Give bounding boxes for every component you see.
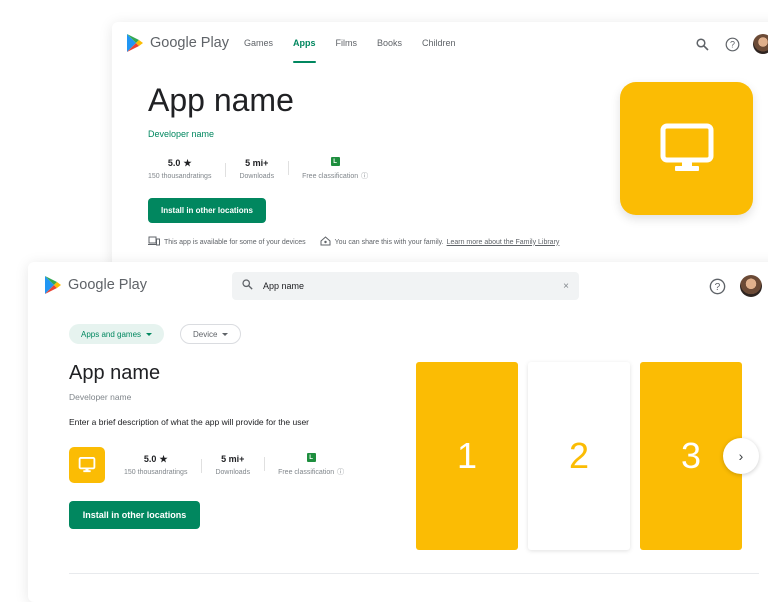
app-title: App name	[148, 82, 294, 118]
family-icon	[320, 236, 331, 248]
downloads-stat: 5 mi+ Downloads	[225, 157, 288, 180]
star-icon: ★	[159, 453, 168, 464]
help-icon[interactable]: ?	[723, 35, 741, 53]
app-icon-small	[69, 447, 105, 483]
monitor-icon	[660, 123, 713, 171]
screenshot-2[interactable]: 2	[528, 362, 630, 550]
classification-badge: L	[330, 157, 340, 166]
device-chip[interactable]: Device	[180, 324, 242, 344]
family-text: You can share this with your family.	[334, 238, 444, 246]
nav-children[interactable]: Children	[422, 38, 456, 64]
search-icon	[242, 277, 253, 295]
developer-link[interactable]: Developer name	[148, 129, 214, 139]
rating-stat: 5.0 ★ 150 thousandratings	[110, 453, 201, 476]
install-button[interactable]: Install in other locations	[148, 198, 266, 223]
downloads-value: 5 mi+	[245, 158, 269, 168]
caret-down-icon	[146, 332, 153, 336]
rating-value: 5.0	[167, 158, 181, 168]
app-icon-large	[620, 82, 753, 215]
google-play-logo[interactable]: Google Play	[126, 33, 229, 53]
monitor-icon	[78, 457, 96, 473]
app-title: App name	[69, 362, 161, 384]
play-logo-icon	[127, 34, 143, 52]
app-page-desktop-front: Google Play App name × ? Apps and games …	[28, 262, 768, 602]
classification-badge: L	[306, 453, 316, 462]
header-actions: ?	[693, 34, 768, 54]
app-stats: 5.0 ★ 150 thousandratings 5 mi+ Downloads…	[110, 451, 358, 477]
screenshot-1[interactable]: 1	[416, 362, 518, 550]
devices-text: This app is available for some of your d…	[164, 238, 306, 246]
app-stats: 5.0 ★ 150 thousandratings 5 mi+ Downloads…	[134, 155, 382, 181]
app-description: Enter a brief description of what the ap…	[69, 417, 310, 427]
svg-text:?: ?	[729, 39, 734, 49]
search-icon[interactable]	[693, 35, 711, 53]
google-play-logo[interactable]: Google Play	[44, 275, 147, 295]
classification-label: Free classification	[278, 468, 335, 476]
search-bar[interactable]: App name ×	[232, 272, 579, 300]
info-icon[interactable]: ⓘ	[361, 171, 368, 181]
classification-stat: L Free classification ⓘ	[288, 155, 382, 181]
rating-label: 150 thousandratings	[124, 468, 188, 476]
developer-name[interactable]: Developer name	[69, 392, 131, 402]
availability-info: This app is available for some of your d…	[148, 236, 559, 248]
logo-text: Google Play	[68, 277, 147, 293]
svg-text:?: ?	[714, 282, 720, 293]
apps-and-games-chip[interactable]: Apps and games	[69, 324, 165, 344]
chevron-right-icon: ›	[738, 448, 744, 464]
family-library-link[interactable]: Learn more about the Family Library	[447, 239, 560, 246]
top-nav: Games Apps Films Books Children	[244, 38, 476, 64]
screenshot-carousel: 1 2 3	[416, 362, 742, 550]
nav-films[interactable]: Films	[336, 38, 358, 64]
help-icon[interactable]: ?	[708, 277, 726, 295]
devices-icon	[148, 236, 160, 248]
divider	[69, 573, 759, 574]
nav-apps[interactable]: Apps	[293, 38, 316, 64]
header-actions: ?	[708, 275, 762, 297]
app-page-desktop-back: Google Play Games Apps Films Books Child…	[112, 22, 768, 272]
downloads-value: 5 mi+	[221, 454, 245, 464]
search-input[interactable]: App name	[263, 281, 563, 291]
clear-icon[interactable]: ×	[563, 281, 569, 292]
classification-label: Free classification	[302, 172, 359, 180]
nav-games[interactable]: Games	[244, 38, 273, 64]
carousel-next-button[interactable]: ›	[723, 438, 759, 474]
play-logo-icon	[45, 276, 61, 294]
avatar[interactable]	[753, 34, 768, 54]
downloads-stat: 5 mi+ Downloads	[201, 453, 264, 476]
classification-stat: L Free classification ⓘ	[264, 451, 358, 477]
info-icon[interactable]: ⓘ	[337, 467, 344, 477]
downloads-label: Downloads	[239, 172, 275, 180]
star-icon: ★	[183, 157, 192, 168]
downloads-label: Downloads	[215, 468, 251, 476]
logo-text: Google Play	[150, 35, 229, 51]
rating-stat: 5.0 ★ 150 thousandratings	[134, 157, 225, 180]
chip-label: Apps and games	[81, 329, 142, 339]
rating-value: 5.0	[143, 454, 157, 464]
rating-label: 150 thousandratings	[148, 172, 212, 180]
chip-label: Device	[193, 329, 218, 339]
install-button[interactable]: Install in other locations	[69, 501, 200, 529]
caret-down-icon	[222, 332, 229, 336]
avatar[interactable]	[740, 275, 762, 297]
nav-books[interactable]: Books	[377, 38, 402, 64]
